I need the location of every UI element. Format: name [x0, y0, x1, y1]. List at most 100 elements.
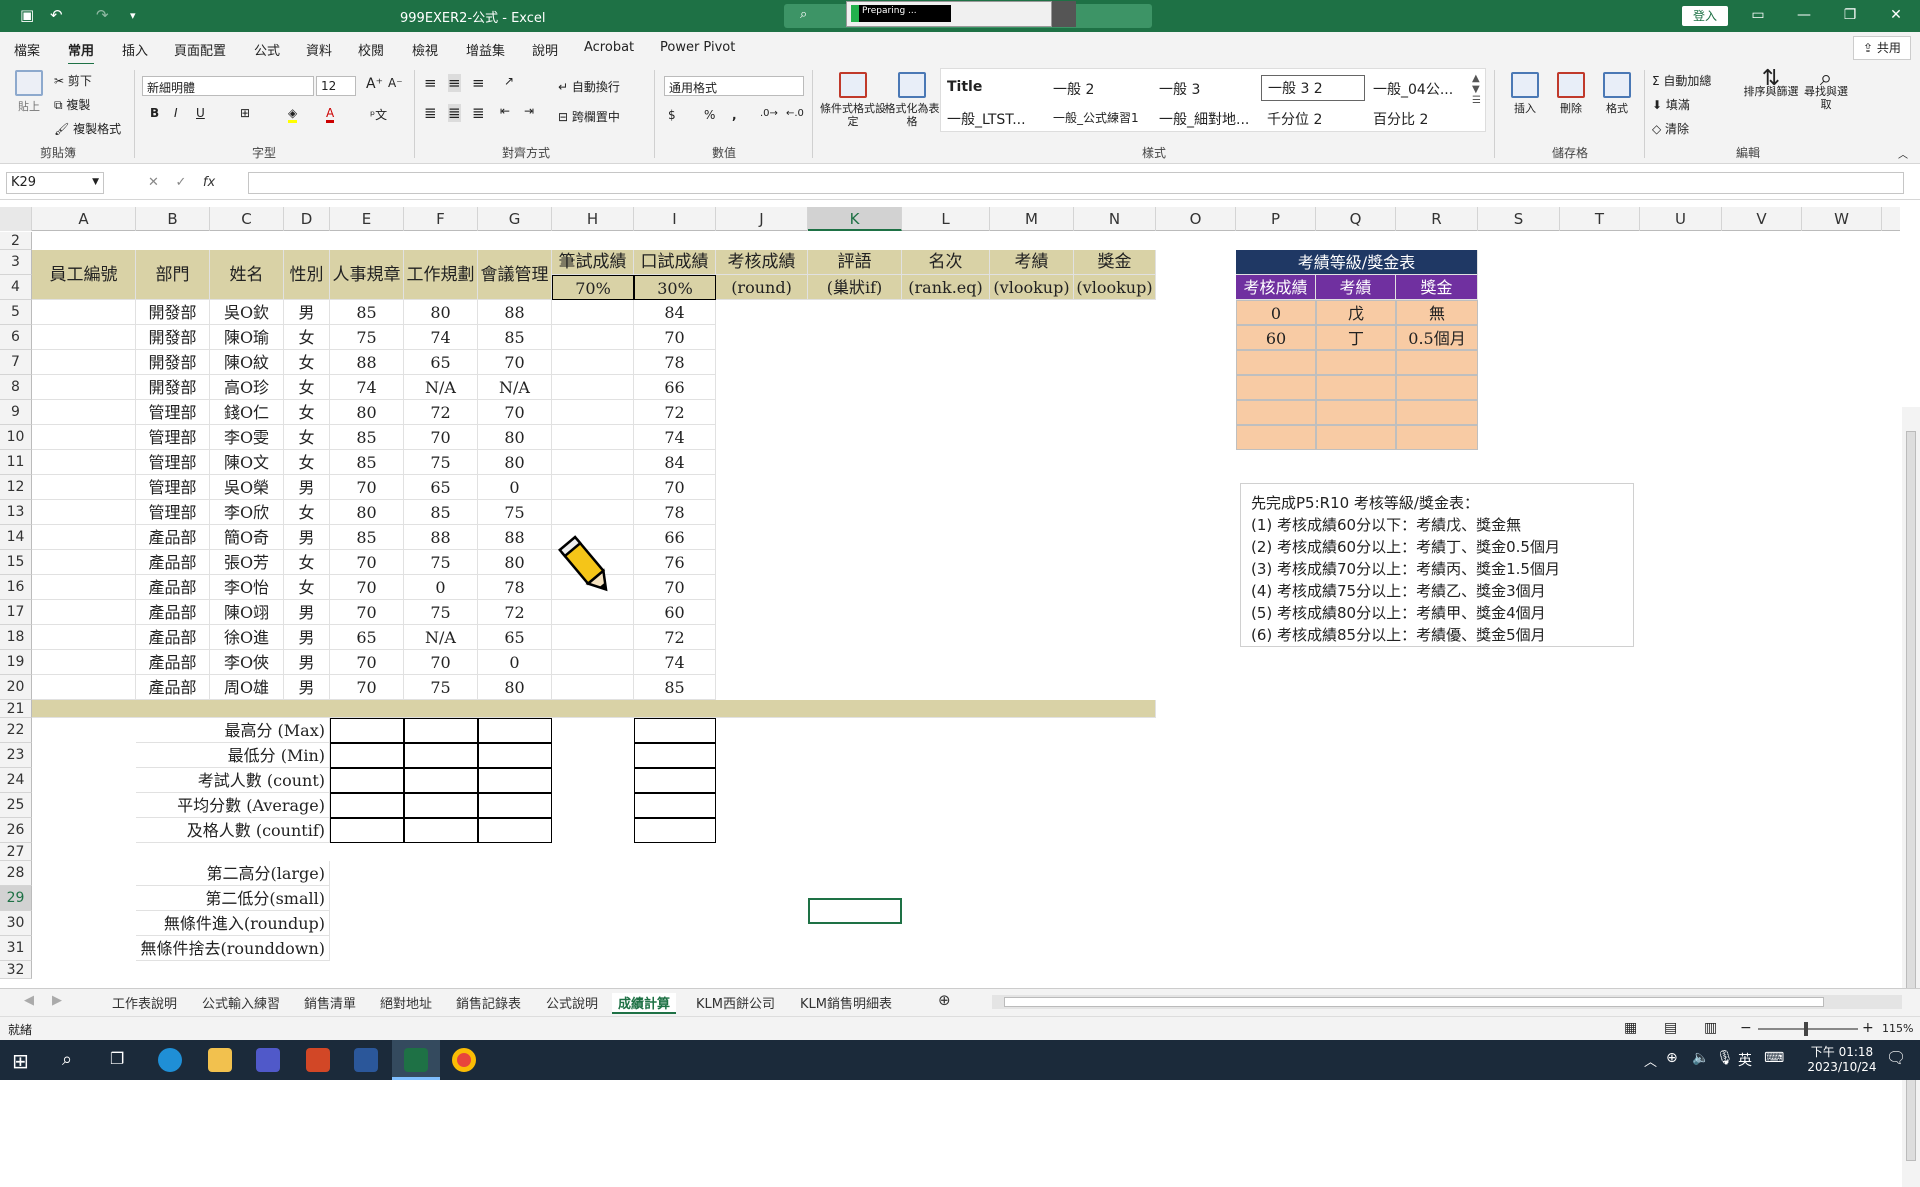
row-header[interactable]: 32	[0, 961, 32, 979]
sheet-tab-active[interactable]: 成績計算	[612, 993, 677, 1014]
name-cell[interactable]: 李O怡	[210, 575, 284, 600]
col-header[interactable]: G	[478, 207, 552, 231]
name-cell[interactable]: 吳O欽	[210, 300, 284, 325]
fx-icon[interactable]: fx	[203, 175, 215, 190]
written-cell[interactable]	[552, 400, 634, 425]
score-work-cell[interactable]: 80	[404, 300, 478, 325]
col-header[interactable]: R	[1396, 207, 1478, 231]
dept-cell[interactable]: 產品部	[136, 625, 210, 650]
gender-cell[interactable]: 男	[284, 300, 330, 325]
sheet-tab[interactable]: 銷售記錄表	[456, 993, 521, 1012]
tray-chevron-icon[interactable]: ︿	[1644, 1051, 1657, 1070]
dept-cell[interactable]: 開發部	[136, 300, 210, 325]
col-header[interactable]: S	[1478, 207, 1560, 231]
score-work-cell[interactable]: N/A	[404, 375, 478, 400]
menu-formulas[interactable]: 公式	[254, 40, 280, 59]
row-header[interactable]: 20	[0, 675, 32, 700]
row-header[interactable]: 18	[0, 625, 32, 650]
score-meeting-cell[interactable]: 88	[478, 300, 552, 325]
gallery-scroll-icon[interactable]: ▲ ▼ ☰	[1472, 73, 1481, 106]
row-header[interactable]: 4	[0, 275, 32, 300]
gender-cell[interactable]: 男	[284, 650, 330, 675]
menu-insert[interactable]: 插入	[122, 40, 148, 59]
clear-button[interactable]: ◇ 清除	[1652, 120, 1689, 137]
insert-cells-button[interactable]: 插入	[1504, 72, 1546, 115]
emp-id-cell[interactable]	[32, 375, 136, 400]
name-cell[interactable]: 李O俠	[210, 650, 284, 675]
score-hr-cell[interactable]: 74	[330, 375, 404, 400]
word-icon[interactable]	[354, 1048, 378, 1072]
emp-id-cell[interactable]	[32, 300, 136, 325]
conditional-format-button[interactable]: 條件式格式設定	[818, 72, 888, 128]
score-work-cell[interactable]: 75	[404, 450, 478, 475]
emp-id-cell[interactable]	[32, 675, 136, 700]
paste-button[interactable]: 貼上	[12, 70, 46, 113]
score-work-cell[interactable]: 88	[404, 525, 478, 550]
name-cell[interactable]: 張O芳	[210, 550, 284, 575]
wrap-text-button[interactable]: ↵ 自動換行	[558, 78, 620, 95]
row-header[interactable]: 10	[0, 425, 32, 450]
decrease-indent-icon[interactable]: ⇤	[500, 104, 510, 118]
sheet-tab[interactable]: 工作表說明	[112, 993, 177, 1012]
orientation-icon[interactable]: ↗	[504, 74, 514, 88]
sheet-tab[interactable]: KLM銷售明細表	[800, 993, 892, 1012]
written-cell[interactable]	[552, 450, 634, 475]
grade-table-cell[interactable]: 丁	[1316, 325, 1396, 350]
grade-table-cell[interactable]	[1396, 350, 1478, 375]
format-cells-button[interactable]: 格式	[1596, 72, 1638, 115]
row-header[interactable]: 19	[0, 650, 32, 675]
row-header[interactable]: 29	[0, 886, 32, 911]
gender-cell[interactable]: 女	[284, 575, 330, 600]
cancel-icon[interactable]: ✕	[148, 175, 159, 190]
chrome-icon[interactable]	[452, 1048, 476, 1072]
name-cell[interactable]: 高O珍	[210, 375, 284, 400]
grade-table-cell[interactable]: 0.5個月	[1396, 325, 1478, 350]
score-work-cell[interactable]: 65	[404, 475, 478, 500]
stat-cell[interactable]	[478, 718, 552, 743]
col-header[interactable]: L	[902, 207, 990, 231]
row-header[interactable]: 6	[0, 325, 32, 350]
grade-table-cell[interactable]: 戊	[1316, 300, 1396, 325]
stat-cell[interactable]	[330, 718, 404, 743]
row-header[interactable]: 11	[0, 450, 32, 475]
written-cell[interactable]	[552, 350, 634, 375]
style-cell[interactable]: 一般_公式練習1	[1053, 109, 1139, 126]
autosum-button[interactable]: Σ 自動加總	[1652, 72, 1711, 89]
stat-cell[interactable]	[330, 818, 404, 843]
horizontal-scrollbar[interactable]	[992, 995, 1902, 1009]
stat-cell[interactable]	[634, 768, 716, 793]
header-name[interactable]: 姓名	[210, 250, 284, 300]
score-work-cell[interactable]: 0	[404, 575, 478, 600]
grade-table-cell[interactable]	[1396, 400, 1478, 425]
name-cell[interactable]: 陳O翊	[210, 600, 284, 625]
oral-cell[interactable]: 74	[634, 650, 716, 675]
gender-cell[interactable]: 女	[284, 375, 330, 400]
stat-cell[interactable]	[404, 793, 478, 818]
oral-cell[interactable]: 84	[634, 300, 716, 325]
select-all-corner[interactable]	[0, 207, 32, 231]
header-written-pct[interactable]: 70%	[552, 275, 634, 300]
header-bonus-sub[interactable]: (vlookup)	[1074, 275, 1156, 300]
task-view-icon[interactable]: ❐	[110, 1049, 124, 1068]
row-header[interactable]: 16	[0, 575, 32, 600]
name-cell[interactable]: 周O雄	[210, 675, 284, 700]
clock-time[interactable]: 下午 01:18	[1800, 1043, 1884, 1060]
stat-cell[interactable]	[404, 743, 478, 768]
page-break-view-icon[interactable]: ▥	[1704, 1020, 1717, 1036]
fill-button[interactable]: ⬇ 填滿	[1652, 96, 1690, 113]
oral-cell[interactable]: 70	[634, 575, 716, 600]
dept-cell[interactable]: 管理部	[136, 500, 210, 525]
volume-icon[interactable]: 🔈	[1692, 1050, 1709, 1066]
emp-id-cell[interactable]	[32, 600, 136, 625]
dept-cell[interactable]: 產品部	[136, 575, 210, 600]
currency-icon[interactable]: $	[668, 108, 676, 122]
tab-scroll-left-icon[interactable]: ◀	[24, 993, 34, 1008]
oral-cell[interactable]: 70	[634, 475, 716, 500]
style-cell[interactable]: 千分位 2	[1267, 109, 1322, 129]
written-cell[interactable]	[552, 500, 634, 525]
powerpoint-icon[interactable]	[306, 1048, 330, 1072]
score-meeting-cell[interactable]: 80	[478, 425, 552, 450]
gender-cell[interactable]: 女	[284, 400, 330, 425]
col-header[interactable]: M	[990, 207, 1074, 231]
stat-cell[interactable]	[330, 768, 404, 793]
